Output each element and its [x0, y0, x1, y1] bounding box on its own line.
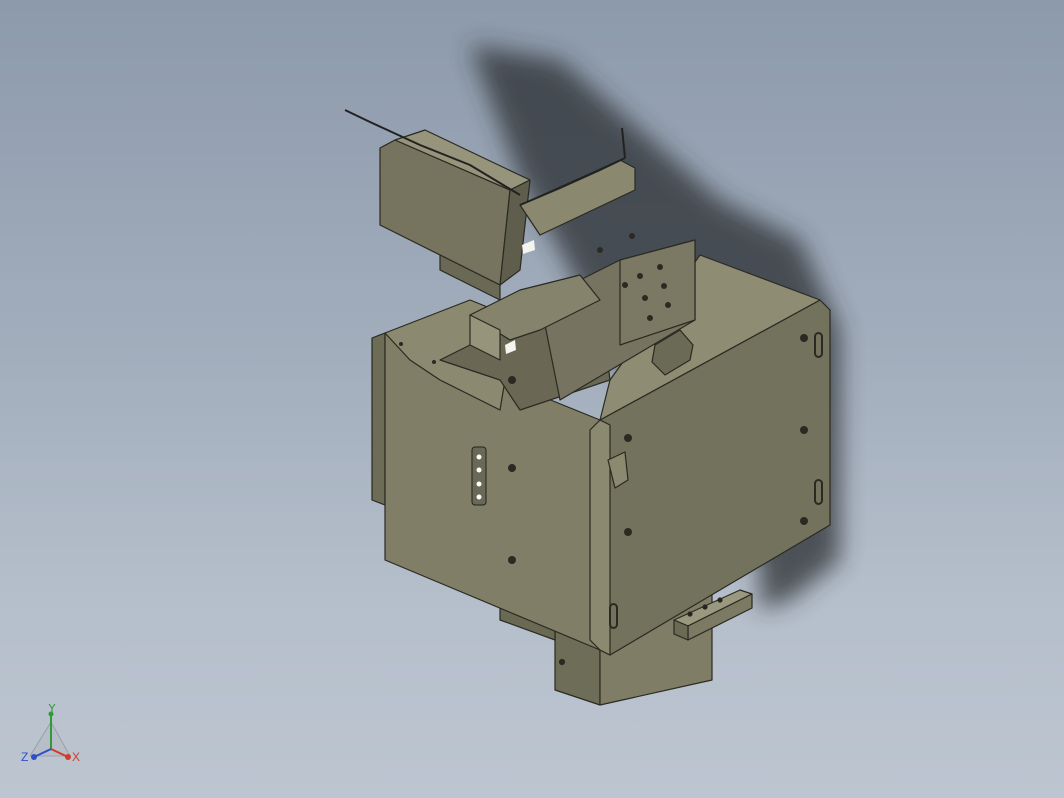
y-axis-label: Y: [48, 704, 56, 715]
orientation-triad[interactable]: Y X Z: [18, 704, 88, 774]
x-axis-label: X: [72, 750, 80, 764]
slot-bracket: [471, 446, 487, 506]
x-axis-knob: [65, 754, 71, 760]
left-front-plate: [371, 332, 386, 506]
cad-viewport[interactable]: [0, 0, 1064, 798]
z-axis-knob: [31, 754, 37, 760]
z-axis-label: Z: [21, 750, 28, 764]
